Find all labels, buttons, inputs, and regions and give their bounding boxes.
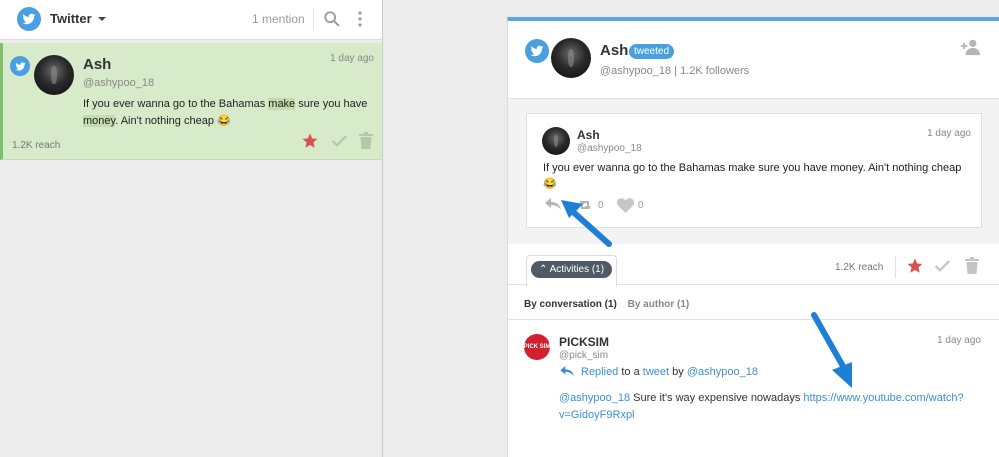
activities-tab[interactable]: ⌃ Activities (1): [526, 255, 618, 287]
twitter-icon: [10, 56, 30, 76]
author-name[interactable]: Ash: [577, 128, 600, 142]
divider: [508, 319, 999, 320]
author-name[interactable]: Ash: [83, 56, 111, 73]
add-user-icon[interactable]: [961, 38, 981, 56]
tweet-link[interactable]: tweet: [643, 366, 669, 378]
timestamp: 1 day ago: [927, 128, 971, 139]
tweet-text: If you ever wanna go to the Bahamas make…: [543, 162, 962, 190]
search-icon[interactable]: [323, 10, 341, 28]
tweeted-badge: tweeted: [629, 44, 675, 59]
profile-handle: @ashypoo_18: [600, 65, 672, 77]
author-link[interactable]: @ashypoo_18: [687, 366, 758, 378]
star-icon[interactable]: [906, 257, 924, 275]
author-handle: @ashypoo_18: [83, 77, 155, 89]
annotation-arrow: [561, 200, 612, 247]
profile-name[interactable]: Ash: [600, 42, 628, 59]
timestamp: 1 day ago: [330, 53, 374, 64]
profile-meta: @ashypoo_18 | 1.2K followers: [600, 65, 750, 77]
trash-icon[interactable]: [965, 257, 979, 274]
reply-context: Replied to a tweet by @ashypoo_18: [581, 366, 758, 378]
twitter-icon: [525, 39, 549, 63]
activities-toolbar: ⌃ Activities (1) 1.2K reach: [508, 249, 999, 287]
avatar[interactable]: [34, 55, 74, 95]
reach-count: 1.2K reach: [835, 262, 884, 273]
conversation-tabs: By conversation (1) By author (1): [524, 299, 689, 310]
header-divider: [313, 8, 314, 30]
message-text: If you ever wanna go to the Bahamas make…: [83, 98, 368, 127]
avatar[interactable]: [542, 127, 570, 155]
trash-icon[interactable]: [359, 132, 373, 149]
like-count: 0: [638, 200, 644, 211]
author-handle: @ashypoo_18: [577, 143, 642, 154]
avatar[interactable]: PICK SIM: [524, 334, 550, 360]
stream-title[interactable]: Twitter: [50, 11, 92, 26]
mention-count: 1 mention: [252, 12, 305, 26]
author-handle: @pick_sim: [559, 350, 609, 361]
replied-label: Replied: [581, 366, 619, 378]
timestamp: 1 day ago: [937, 335, 981, 346]
tab-by-conversation[interactable]: By conversation (1): [524, 299, 617, 310]
reply-text: @ashypoo_18 Sure it's way expensive nowa…: [559, 392, 964, 421]
activities-pill[interactable]: ⌃ Activities (1): [531, 261, 613, 278]
mention-link[interactable]: @ashypoo_18: [559, 392, 630, 404]
check-icon[interactable]: [331, 133, 348, 149]
annotation-arrow: [811, 312, 852, 388]
chevron-down-icon[interactable]: [98, 17, 106, 21]
stream-header: Twitter 1 mention: [0, 0, 382, 40]
twitter-icon: [17, 7, 41, 31]
reply-icon: [560, 366, 574, 377]
heart-icon[interactable]: [617, 198, 634, 213]
check-icon[interactable]: [934, 258, 951, 274]
chevron-up-icon: ⌃: [539, 264, 550, 275]
stream-column: Twitter 1 mention Ash @ashypoo_18 1 day …: [0, 0, 383, 457]
toolbar-divider: [895, 256, 896, 278]
followers-count: 1.2K followers: [680, 65, 750, 77]
more-vertical-icon[interactable]: [355, 10, 365, 28]
author-name[interactable]: PICKSIM: [559, 335, 609, 349]
star-icon[interactable]: [301, 132, 319, 150]
tab-by-author[interactable]: By author (1): [628, 299, 690, 310]
reach-count: 1.2K reach: [12, 140, 61, 151]
avatar[interactable]: [551, 38, 591, 78]
stream-message-card[interactable]: Ash @ashypoo_18 1 day ago If you ever wa…: [0, 43, 382, 160]
